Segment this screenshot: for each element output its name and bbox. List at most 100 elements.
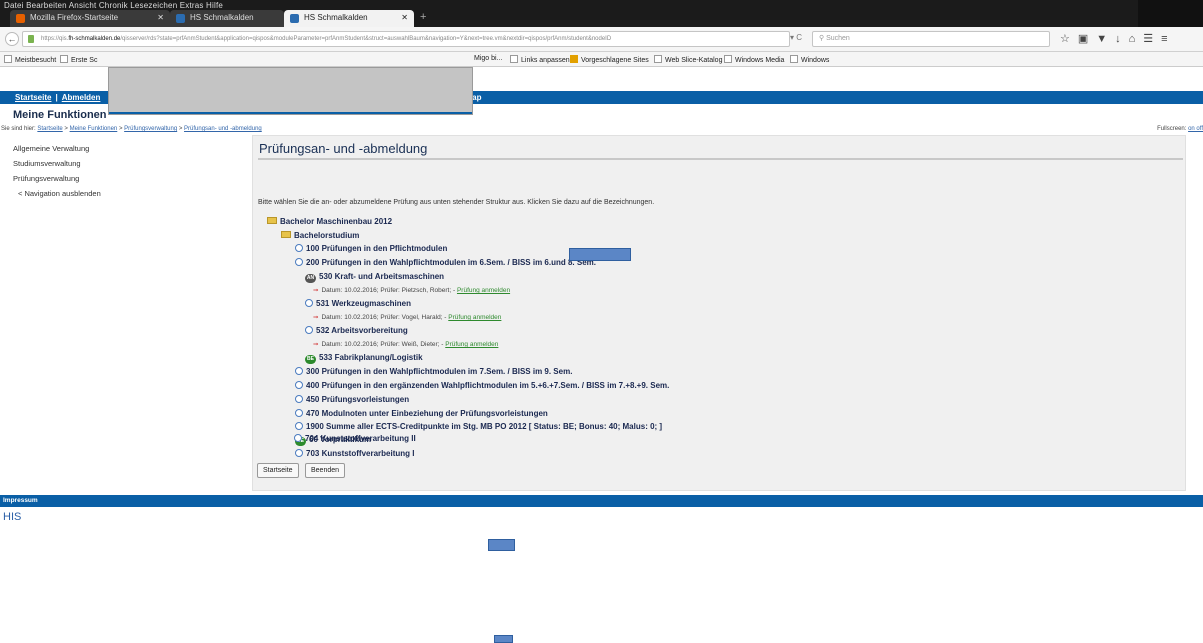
tree-node[interactable]: 704 Kunststoffverarbeitung II xyxy=(294,434,416,443)
bookmark-item[interactable]: Links anpassen xyxy=(510,55,570,64)
bookmark-item[interactable]: Meistbesucht xyxy=(4,55,56,64)
tree-node[interactable]: 100 Prüfungen in den Pflichtmodulen xyxy=(295,244,447,253)
breadcrumb-separator: > xyxy=(178,126,183,132)
site-icon xyxy=(176,14,185,23)
tab-label: HS Schmalkalden xyxy=(190,13,254,22)
bookmark-icon xyxy=(570,55,578,63)
breadcrumb-item[interactable]: Meine Funktionen xyxy=(70,126,118,132)
close-tab-icon[interactable]: ✕ xyxy=(157,13,164,22)
lock-icon xyxy=(28,35,34,43)
startseite-button[interactable]: Startseite xyxy=(257,463,299,478)
fullscreen-label: Fullscreen: xyxy=(1157,126,1187,132)
breadcrumb-separator: > xyxy=(64,126,68,132)
exam-info: Datum: 10.02.2016; Prüfer: Vogel, Harald… xyxy=(321,314,447,321)
title-divider xyxy=(258,158,1183,160)
close-tab-icon[interactable]: ✕ xyxy=(401,13,408,22)
nav-item-allgemeine-verwaltung[interactable]: Allgemeine Verwaltung xyxy=(13,141,101,156)
tab-hs-1[interactable]: HS Schmalkalden xyxy=(170,10,284,27)
tree-node[interactable]: 531 Werkzeugmaschinen xyxy=(305,299,411,308)
nav-item-studiumsverwaltung[interactable]: Studiumsverwaltung xyxy=(13,156,101,171)
url-path: /qisserver/rds?state=prfAnmStudent&appli… xyxy=(120,36,612,42)
bookmark-item[interactable]: Erste Sc xyxy=(60,55,97,64)
tree-root[interactable]: Bachelor Maschinenbau 2012 xyxy=(267,217,392,226)
nav-hide-link[interactable]: < Navigation ausblenden xyxy=(13,186,101,201)
tree-node[interactable]: 450 Prüfungsvorleistungen xyxy=(295,395,409,404)
register-exam-link[interactable]: Prüfung anmelden xyxy=(445,341,498,348)
node-circle-icon xyxy=(294,434,302,442)
tree-node[interactable]: 200 Prüfungen in den Wahlpflichtmodulen … xyxy=(295,258,596,267)
tree-node[interactable]: BE 533 Fabrikplanung/Logistik xyxy=(305,353,423,364)
annotation-box xyxy=(569,248,631,261)
bookmark-label: Vorgeschlagene Sites xyxy=(581,57,649,64)
tree-node[interactable]: 300 Prüfungen in den Wahlpflichtmodulen … xyxy=(295,367,572,376)
bookmark-label: Meistbesucht xyxy=(15,57,57,64)
fullscreen-link[interactable]: on off xyxy=(1188,126,1203,132)
startseite-link[interactable]: Startseite xyxy=(15,93,51,102)
toolbar-icons[interactable]: ☆▣▼↓⌂☰≡ xyxy=(1060,32,1176,45)
new-tab-icon[interactable]: + xyxy=(420,11,426,23)
bookmark-label: Windows xyxy=(801,57,830,64)
tree-node[interactable]: 400 Prüfungen in den ergänzenden Wahlpfl… xyxy=(295,381,669,390)
footer-bar: Impressum xyxy=(0,495,1203,507)
tree-label: 1900 Summe aller ECTS-Creditpunkte im St… xyxy=(306,422,663,431)
navigation-bar: ← https://qis.fh-schmalkalden.de/qisserv… xyxy=(0,27,1203,52)
browser-titlebar: Datei Bearbeiten Ansicht Chronik Lesezei… xyxy=(0,0,1203,27)
bookmark-label: Windows Media xyxy=(735,57,785,64)
node-circle-icon xyxy=(295,258,303,266)
site-icon xyxy=(290,14,299,23)
bookmark-item[interactable]: Migo bi... xyxy=(474,55,502,62)
annotation-box xyxy=(494,635,513,643)
breadcrumb-prefix: Sie sind hier: xyxy=(1,126,36,132)
folder-open-icon xyxy=(281,231,291,238)
tree-label: 200 Prüfungen in den Wahlpflichtmodulen … xyxy=(306,258,596,267)
bookmark-item[interactable]: Windows Media xyxy=(724,55,784,64)
exam-info: Datum: 10.02.2016; Prüfer: Weiß, Dieter;… xyxy=(321,341,444,348)
folder-icon xyxy=(724,55,732,63)
status-badge-icon: BE xyxy=(305,355,316,364)
folder-icon xyxy=(654,55,662,63)
tree-node[interactable]: 703 Kunststoffverarbeitung I xyxy=(295,449,414,458)
tree-node[interactable]: 470 Modulnoten unter Einbeziehung der Pr… xyxy=(295,409,548,418)
breadcrumb-item[interactable]: Prüfungsverwaltung xyxy=(124,126,177,132)
beenden-button[interactable]: Beenden xyxy=(305,463,346,478)
search-input[interactable]: ⚲ Suchen xyxy=(812,31,1050,47)
impressum-link[interactable]: Impressum xyxy=(3,497,38,504)
url-prefix: https://qis. xyxy=(41,36,69,42)
status-badge-icon: AN xyxy=(305,274,316,283)
tree-label: 703 Kunststoffverarbeitung I xyxy=(306,449,415,458)
arrow-right-icon: ➞ xyxy=(313,287,319,294)
url-host: fh-schmalkalden.de xyxy=(68,36,121,42)
exam-info: Datum: 10.02.2016; Prüfer: Pietzsch, Rob… xyxy=(321,287,456,294)
browser-menubar[interactable]: Datei Bearbeiten Ansicht Chronik Lesezei… xyxy=(4,1,223,10)
address-bar[interactable]: https://qis.fh-schmalkalden.de/qisserver… xyxy=(22,31,790,47)
tree-node[interactable]: AN 530 Kraft- und Arbeitsmaschinen xyxy=(305,272,444,283)
bookmark-item[interactable]: Vorgeschlagene Sites xyxy=(570,55,649,64)
register-exam-link[interactable]: Prüfung anmelden xyxy=(448,314,501,321)
left-navigation: Allgemeine Verwaltung Studiumsverwaltung… xyxy=(13,141,101,201)
reload-icon[interactable]: ▾ C xyxy=(790,33,802,42)
redaction-box xyxy=(108,67,473,115)
bookmark-label: Web Slice-Katalog xyxy=(665,57,723,64)
abmelden-link[interactable]: Abmelden xyxy=(62,93,101,102)
exam-detail: ➞ Datum: 10.02.2016; Prüfer: Pietzsch, Ro… xyxy=(313,286,510,294)
bookmark-item[interactable]: Web Slice-Katalog xyxy=(654,55,722,64)
bookmark-item[interactable]: Windows xyxy=(790,55,829,64)
tree-node[interactable]: Bachelorstudium xyxy=(281,231,359,240)
nav-item-pruefungsverwaltung[interactable]: Prüfungsverwaltung xyxy=(13,171,101,186)
tab-hs-active[interactable]: HS Schmalkalden ✕ xyxy=(284,10,414,27)
register-exam-link[interactable]: Prüfung anmelden xyxy=(457,287,510,294)
tab-firefox-start[interactable]: Mozilla Firefox-Startseite ✕ xyxy=(10,10,170,27)
tree-node[interactable]: 532 Arbeitsvorbereitung xyxy=(305,326,408,335)
back-arrow-icon[interactable]: ← xyxy=(5,32,19,46)
node-circle-icon xyxy=(295,422,303,430)
breadcrumb-item[interactable]: Startseite xyxy=(37,126,62,132)
node-circle-icon xyxy=(295,367,303,375)
tab-label: Mozilla Firefox-Startseite xyxy=(30,13,119,22)
tree-label: 300 Prüfungen in den Wahlpflichtmodulen … xyxy=(306,367,573,376)
breadcrumb-item[interactable]: Prüfungsan- und -abmeldung xyxy=(184,126,262,132)
node-circle-icon xyxy=(305,299,313,307)
breadcrumb: Sie sind hier: Startseite > Meine Funkti… xyxy=(0,126,1203,132)
tree-label: Bachelor Maschinenbau 2012 xyxy=(280,217,393,226)
bookmarks-bar: Meistbesucht Erste Sc Migo bi... Links a… xyxy=(0,52,1203,67)
tree-node[interactable]: 1900 Summe aller ECTS-Creditpunkte im St… xyxy=(295,422,662,431)
